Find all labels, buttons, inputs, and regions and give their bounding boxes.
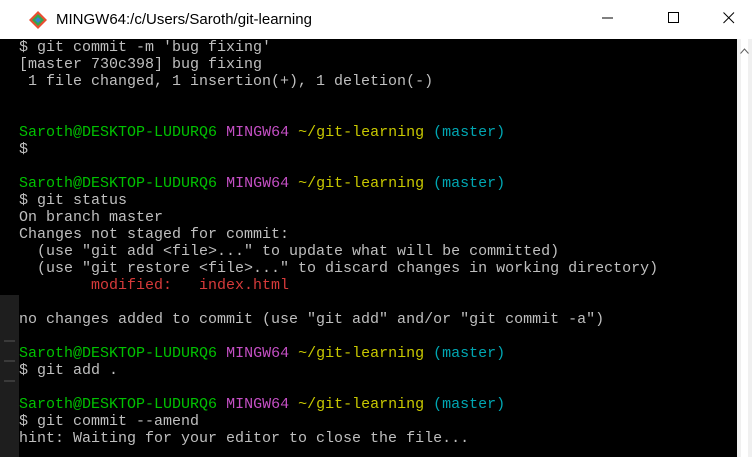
prompt-line: Saroth@DESKTOP-LUDURQ6 MINGW64 ~/git-lea… [19,175,737,192]
prompt-shell: MINGW64 [226,345,290,362]
terminal-window: MINGW64:/c/Users/Saroth/git-learning $ g… [0,0,752,457]
prompt-branch: (master) [433,124,506,141]
prompt-line: Saroth@DESKTOP-LUDURQ6 MINGW64 ~/git-lea… [19,124,737,141]
prompt-line: Saroth@DESKTOP-LUDURQ6 MINGW64 ~/git-lea… [19,396,737,413]
terminal-line: Changes not staged for commit: [19,226,290,243]
background-mark [4,360,15,362]
terminal-line: 1 file changed, 1 insertion(+), 1 deleti… [19,73,434,90]
terminal-line: $ git status [19,192,128,209]
close-button[interactable] [706,0,752,39]
prompt-path: ~/git-learning [298,124,425,141]
background-mark [4,340,15,342]
prompt-user-host: Saroth@DESKTOP-LUDURQ6 [19,175,218,192]
terminal-line: [master 730c398] bug fixing [19,56,263,73]
background-mark [4,380,15,382]
maximize-button[interactable] [646,0,702,39]
prompt-path: ~/git-learning [298,175,425,192]
close-icon [723,11,735,29]
prompt-branch: (master) [433,396,506,413]
background-window-edge [0,295,19,457]
terminal-line: (use "git add <file>..." to update what … [19,243,560,260]
prompt-branch: (master) [433,175,506,192]
prompt-shell: MINGW64 [226,175,290,192]
prompt-user-host: Saroth@DESKTOP-LUDURQ6 [19,396,218,413]
modified-filename: index.html [199,277,290,294]
git-bash-diamond-icon [28,10,48,30]
terminal-line: $ git commit -m 'bug fixing' [19,39,272,56]
minimize-button[interactable] [580,0,636,39]
terminal-line: $ git commit --amend [19,413,200,430]
prompt-user-host: Saroth@DESKTOP-LUDURQ6 [19,124,218,141]
prompt-branch: (master) [433,345,506,362]
prompt-line: Saroth@DESKTOP-LUDURQ6 MINGW64 ~/git-lea… [19,345,737,362]
terminal-line: no changes added to commit (use "git add… [19,311,605,328]
prompt-user-host: Saroth@DESKTOP-LUDURQ6 [19,345,218,362]
scroll-up-button[interactable] [737,42,752,57]
terminal-output[interactable]: $ git commit -m 'bug fixing' [master 730c… [19,39,737,457]
terminal-line: hint: Waiting for your editor to close t… [19,430,470,447]
maximize-icon [668,11,680,29]
window-title: MINGW64:/c/Users/Saroth/git-learning [56,11,312,28]
prompt-shell: MINGW64 [226,124,290,141]
minimize-icon [602,11,614,29]
modified-file-line: modified: index.html [19,277,737,294]
terminal-line: $ [19,141,29,158]
terminal-line: On branch master [19,209,164,226]
title-bar[interactable]: MINGW64:/c/Users/Saroth/git-learning [0,0,752,39]
scrollbar-thumb[interactable] [741,39,748,457]
modified-label: modified: [19,277,200,294]
prompt-shell: MINGW64 [226,396,290,413]
terminal-line: $ git add . [19,362,119,379]
prompt-path: ~/git-learning [298,345,425,362]
chevron-up-icon [740,41,749,59]
terminal-line: (use "git restore <file>..." to discard … [19,260,659,277]
prompt-path: ~/git-learning [298,396,425,413]
